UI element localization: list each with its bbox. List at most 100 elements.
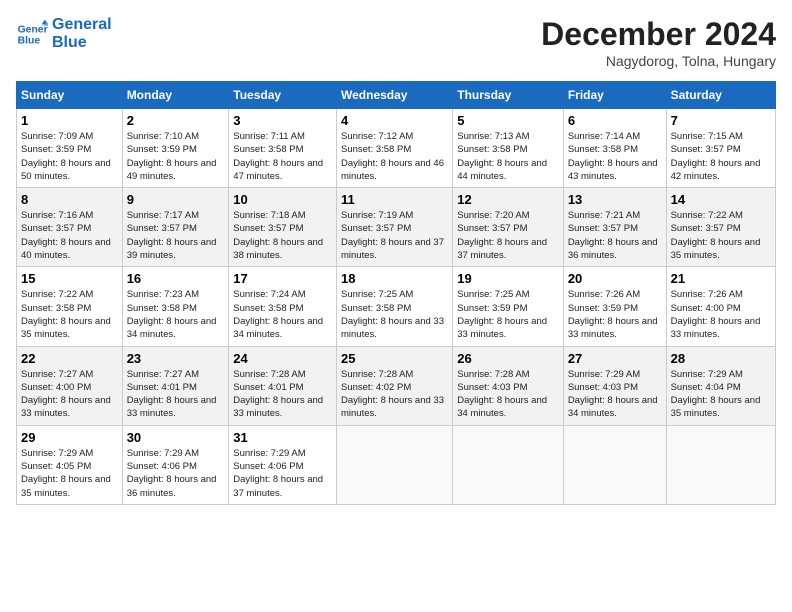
day-number: 11 [341,192,448,207]
page-title: December 2024 [541,16,776,53]
calendar-table: SundayMondayTuesdayWednesdayThursdayFrid… [16,81,776,505]
day-info: Sunrise: 7:15 AMSunset: 3:57 PMDaylight:… [671,130,771,183]
day-number: 19 [457,271,559,286]
week-row-3: 15 Sunrise: 7:22 AMSunset: 3:58 PMDayligh… [17,267,776,346]
day-info: Sunrise: 7:26 AMSunset: 4:00 PMDaylight:… [671,288,771,341]
day-cell [563,425,666,504]
day-cell: 11 Sunrise: 7:19 AMSunset: 3:57 PMDayligh… [337,188,453,267]
day-info: Sunrise: 7:19 AMSunset: 3:57 PMDaylight:… [341,209,448,262]
col-header-thursday: Thursday [453,82,564,109]
day-number: 2 [127,113,225,128]
day-number: 29 [21,430,118,445]
day-cell: 19 Sunrise: 7:25 AMSunset: 3:59 PMDayligh… [453,267,564,346]
day-cell [337,425,453,504]
day-info: Sunrise: 7:20 AMSunset: 3:57 PMDaylight:… [457,209,559,262]
day-cell: 6 Sunrise: 7:14 AMSunset: 3:58 PMDaylight… [563,109,666,188]
day-info: Sunrise: 7:28 AMSunset: 4:01 PMDaylight:… [233,368,332,421]
day-cell: 29 Sunrise: 7:29 AMSunset: 4:05 PMDayligh… [17,425,123,504]
day-cell: 31 Sunrise: 7:29 AMSunset: 4:06 PMDayligh… [229,425,337,504]
day-number: 25 [341,351,448,366]
day-number: 22 [21,351,118,366]
day-number: 24 [233,351,332,366]
day-info: Sunrise: 7:17 AMSunset: 3:57 PMDaylight:… [127,209,225,262]
day-info: Sunrise: 7:09 AMSunset: 3:59 PMDaylight:… [21,130,118,183]
day-cell: 13 Sunrise: 7:21 AMSunset: 3:57 PMDayligh… [563,188,666,267]
svg-text:Blue: Blue [18,35,41,46]
day-cell: 27Sunrise: 7:29 AMSunset: 4:03 PMDayligh… [563,346,666,425]
day-info: Sunrise: 7:22 AMSunset: 3:58 PMDaylight:… [21,288,118,341]
day-info: Sunrise: 7:27 AMSunset: 4:00 PMDaylight:… [21,368,118,421]
day-cell: 9 Sunrise: 7:17 AMSunset: 3:57 PMDaylight… [122,188,229,267]
day-cell: 2Sunrise: 7:10 AMSunset: 3:59 PMDaylight… [122,109,229,188]
day-number: 9 [127,192,225,207]
day-number: 6 [568,113,662,128]
day-cell: 7 Sunrise: 7:15 AMSunset: 3:57 PMDaylight… [666,109,775,188]
day-cell: 18 Sunrise: 7:25 AMSunset: 3:58 PMDayligh… [337,267,453,346]
day-number: 15 [21,271,118,286]
title-block: December 2024 Nagydorog, Tolna, Hungary [541,16,776,69]
week-row-5: 29 Sunrise: 7:29 AMSunset: 4:05 PMDayligh… [17,425,776,504]
day-info: Sunrise: 7:29 AMSunset: 4:06 PMDaylight:… [127,447,225,500]
day-info: Sunrise: 7:29 AMSunset: 4:05 PMDaylight:… [21,447,118,500]
day-cell: 17Sunrise: 7:24 AMSunset: 3:58 PMDayligh… [229,267,337,346]
day-number: 10 [233,192,332,207]
day-number: 7 [671,113,771,128]
day-cell: 20Sunrise: 7:26 AMSunset: 3:59 PMDayligh… [563,267,666,346]
day-cell: 8Sunrise: 7:16 AMSunset: 3:57 PMDaylight… [17,188,123,267]
logo-line1: General [52,16,112,34]
day-info: Sunrise: 7:12 AMSunset: 3:58 PMDaylight:… [341,130,448,183]
day-info: Sunrise: 7:13 AMSunset: 3:58 PMDaylight:… [457,130,559,183]
day-cell: 23 Sunrise: 7:27 AMSunset: 4:01 PMDayligh… [122,346,229,425]
day-cell [453,425,564,504]
week-row-4: 22 Sunrise: 7:27 AMSunset: 4:00 PMDayligh… [17,346,776,425]
day-info: Sunrise: 7:14 AMSunset: 3:58 PMDaylight:… [568,130,662,183]
col-header-monday: Monday [122,82,229,109]
day-cell: 15 Sunrise: 7:22 AMSunset: 3:58 PMDayligh… [17,267,123,346]
day-info: Sunrise: 7:25 AMSunset: 3:59 PMDaylight:… [457,288,559,341]
col-header-sunday: Sunday [17,82,123,109]
col-header-friday: Friday [563,82,666,109]
day-cell: 30 Sunrise: 7:29 AMSunset: 4:06 PMDayligh… [122,425,229,504]
day-cell: 28 Sunrise: 7:29 AMSunset: 4:04 PMDayligh… [666,346,775,425]
day-number: 12 [457,192,559,207]
day-info: Sunrise: 7:29 AMSunset: 4:06 PMDaylight:… [233,447,332,500]
svg-text:General: General [18,24,48,35]
day-cell: 21 Sunrise: 7:26 AMSunset: 4:00 PMDayligh… [666,267,775,346]
page-subtitle: Nagydorog, Tolna, Hungary [541,53,776,69]
day-cell [666,425,775,504]
day-cell: 5 Sunrise: 7:13 AMSunset: 3:58 PMDaylight… [453,109,564,188]
day-cell: 22 Sunrise: 7:27 AMSunset: 4:00 PMDayligh… [17,346,123,425]
day-info: Sunrise: 7:23 AMSunset: 3:58 PMDaylight:… [127,288,225,341]
day-info: Sunrise: 7:22 AMSunset: 3:57 PMDaylight:… [671,209,771,262]
day-info: Sunrise: 7:25 AMSunset: 3:58 PMDaylight:… [341,288,448,341]
day-cell: 26Sunrise: 7:28 AMSunset: 4:03 PMDayligh… [453,346,564,425]
day-number: 21 [671,271,771,286]
day-cell: 25 Sunrise: 7:28 AMSunset: 4:02 PMDayligh… [337,346,453,425]
day-number: 1 [21,113,118,128]
day-number: 31 [233,430,332,445]
day-number: 28 [671,351,771,366]
day-number: 5 [457,113,559,128]
day-cell: 12 Sunrise: 7:20 AMSunset: 3:57 PMDayligh… [453,188,564,267]
day-info: Sunrise: 7:21 AMSunset: 3:57 PMDaylight:… [568,209,662,262]
day-cell: 1 Sunrise: 7:09 AMSunset: 3:59 PMDaylight… [17,109,123,188]
day-number: 27 [568,351,662,366]
logo: General Blue General Blue [16,16,112,51]
day-number: 26 [457,351,559,366]
day-info: Sunrise: 7:29 AMSunset: 4:04 PMDaylight:… [671,368,771,421]
col-header-wednesday: Wednesday [337,82,453,109]
day-number: 18 [341,271,448,286]
day-number: 23 [127,351,225,366]
day-cell: 10Sunrise: 7:18 AMSunset: 3:57 PMDayligh… [229,188,337,267]
col-header-saturday: Saturday [666,82,775,109]
day-number: 30 [127,430,225,445]
day-number: 14 [671,192,771,207]
day-info: Sunrise: 7:11 AMSunset: 3:58 PMDaylight:… [233,130,332,183]
logo-icon: General Blue [16,18,48,50]
day-number: 13 [568,192,662,207]
day-info: Sunrise: 7:28 AMSunset: 4:02 PMDaylight:… [341,368,448,421]
day-info: Sunrise: 7:26 AMSunset: 3:59 PMDaylight:… [568,288,662,341]
day-info: Sunrise: 7:27 AMSunset: 4:01 PMDaylight:… [127,368,225,421]
day-number: 8 [21,192,118,207]
day-cell: 3Sunrise: 7:11 AMSunset: 3:58 PMDaylight… [229,109,337,188]
